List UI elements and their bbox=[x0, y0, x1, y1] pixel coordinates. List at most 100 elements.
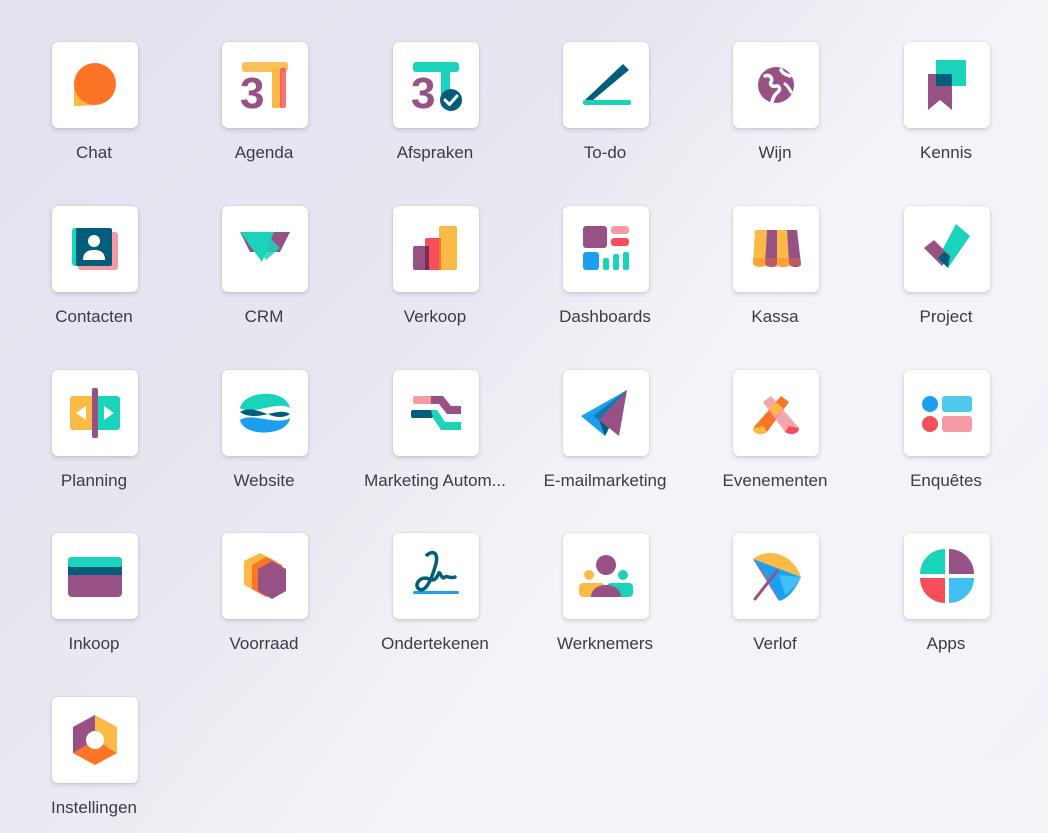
app-crm[interactable]: CRM bbox=[179, 206, 349, 356]
app-label: Kennis bbox=[920, 143, 972, 162]
settings-hexagon-icon bbox=[73, 715, 117, 765]
app-label: CRM bbox=[244, 307, 284, 326]
app-label: Dashboards bbox=[559, 307, 651, 326]
app-tile[interactable] bbox=[52, 42, 138, 128]
app-tile[interactable]: 3 bbox=[393, 42, 479, 128]
app-label: Marketing Autom... bbox=[364, 471, 506, 490]
umbrella-icon bbox=[753, 553, 801, 601]
app-dashboards[interactable]: Dashboards bbox=[520, 206, 690, 356]
app-contacten[interactable]: Contacten bbox=[9, 206, 179, 356]
app-label: Evenementen bbox=[722, 471, 828, 490]
app-tile[interactable] bbox=[563, 370, 649, 456]
app-wijn[interactable]: Wijn bbox=[690, 42, 860, 192]
dashboard-icon bbox=[583, 226, 629, 270]
paper-plane-icon bbox=[581, 390, 627, 436]
app-werknemers[interactable]: Werknemers bbox=[520, 533, 690, 683]
app-tile[interactable] bbox=[52, 206, 138, 292]
app-chat[interactable]: Chat bbox=[9, 42, 179, 192]
app-tile[interactable] bbox=[904, 533, 990, 619]
employees-icon bbox=[579, 555, 633, 597]
inventory-box-icon bbox=[244, 553, 286, 599]
checkmark-icon bbox=[924, 224, 970, 268]
app-verlof[interactable]: Verlof bbox=[690, 533, 860, 683]
app-tile[interactable] bbox=[733, 42, 819, 128]
app-todo[interactable]: To-do bbox=[520, 42, 690, 192]
app-marketing-automation[interactable]: Marketing Autom... bbox=[350, 370, 520, 520]
app-tile[interactable] bbox=[52, 697, 138, 783]
app-apps[interactable]: Apps bbox=[861, 533, 1031, 683]
planning-icon bbox=[70, 388, 120, 438]
app-tile[interactable] bbox=[563, 206, 649, 292]
app-label: Inkoop bbox=[68, 634, 120, 653]
events-icon bbox=[753, 396, 799, 435]
app-voorraad[interactable]: Voorraad bbox=[179, 533, 349, 683]
svg-text:3: 3 bbox=[240, 69, 264, 116]
app-label: Apps bbox=[926, 634, 966, 653]
app-label: Website bbox=[233, 471, 295, 490]
app-website[interactable]: Website bbox=[179, 370, 349, 520]
app-tile[interactable] bbox=[222, 206, 308, 292]
calendar-icon: 3 bbox=[240, 62, 288, 116]
app-label: Enquêtes bbox=[910, 471, 982, 490]
app-label: Voorraad bbox=[229, 634, 299, 653]
app-label: Planning bbox=[60, 471, 128, 490]
app-label: Agenda bbox=[234, 143, 294, 162]
automation-icon bbox=[411, 396, 461, 430]
app-agenda[interactable]: 3 Agenda bbox=[179, 42, 349, 192]
app-tile[interactable]: 3 bbox=[222, 42, 308, 128]
app-tile[interactable] bbox=[563, 42, 649, 128]
appointment-icon: 3 bbox=[411, 62, 462, 116]
app-tile[interactable] bbox=[222, 370, 308, 456]
app-label: E-mailmarketing bbox=[543, 471, 667, 490]
app-tile[interactable] bbox=[733, 370, 819, 456]
app-label: Afspraken bbox=[396, 143, 474, 162]
app-afspraken[interactable]: 3 Afspraken bbox=[350, 42, 520, 192]
app-label: Verlof bbox=[753, 634, 797, 653]
app-tile[interactable] bbox=[393, 370, 479, 456]
app-label: Ondertekenen bbox=[381, 634, 489, 653]
app-tile[interactable] bbox=[393, 206, 479, 292]
apps-icon bbox=[920, 549, 974, 603]
app-planning[interactable]: Planning bbox=[9, 370, 179, 520]
bookmark-icon bbox=[928, 60, 966, 110]
app-tile[interactable] bbox=[393, 533, 479, 619]
signature-icon bbox=[413, 550, 459, 594]
app-label: Verkoop bbox=[403, 307, 467, 326]
app-label: Project bbox=[919, 307, 973, 326]
app-instellingen[interactable]: Instellingen bbox=[9, 697, 179, 833]
contacts-icon bbox=[72, 228, 118, 270]
handshake-icon bbox=[240, 232, 290, 262]
app-project[interactable]: Project bbox=[861, 206, 1031, 356]
svg-text:3: 3 bbox=[411, 69, 435, 116]
app-label: To-do bbox=[583, 143, 627, 162]
website-icon bbox=[240, 393, 290, 433]
app-label: Kassa bbox=[751, 307, 799, 326]
app-tile[interactable] bbox=[733, 533, 819, 619]
todo-icon bbox=[583, 64, 631, 105]
app-kassa[interactable]: Kassa bbox=[690, 206, 860, 356]
app-label: Chat bbox=[76, 143, 112, 162]
app-ondertekenen[interactable]: Ondertekenen bbox=[350, 533, 520, 683]
app-label: Werknemers bbox=[556, 634, 654, 653]
app-tile[interactable] bbox=[904, 42, 990, 128]
app-tile[interactable] bbox=[733, 206, 819, 292]
app-emailmarketing[interactable]: E-mailmarketing bbox=[520, 370, 690, 520]
app-tile[interactable] bbox=[904, 370, 990, 456]
app-tile[interactable] bbox=[563, 533, 649, 619]
app-label: Contacten bbox=[55, 307, 133, 326]
app-tile[interactable] bbox=[52, 533, 138, 619]
app-tile[interactable] bbox=[222, 533, 308, 619]
app-inkoop[interactable]: Inkoop bbox=[9, 533, 179, 683]
chat-icon bbox=[74, 63, 116, 106]
app-label: Instellingen bbox=[50, 798, 137, 817]
app-verkoop[interactable]: Verkoop bbox=[350, 206, 520, 356]
survey-icon bbox=[922, 396, 972, 432]
globe-icon bbox=[758, 67, 794, 104]
app-kennis[interactable]: Kennis bbox=[861, 42, 1031, 192]
app-label: Wijn bbox=[758, 143, 792, 162]
app-evenementen[interactable]: Evenementen bbox=[690, 370, 860, 520]
app-tile[interactable] bbox=[52, 370, 138, 456]
app-tile[interactable] bbox=[904, 206, 990, 292]
bar-chart-icon bbox=[413, 226, 457, 270]
app-enquetes[interactable]: Enquêtes bbox=[861, 370, 1031, 520]
